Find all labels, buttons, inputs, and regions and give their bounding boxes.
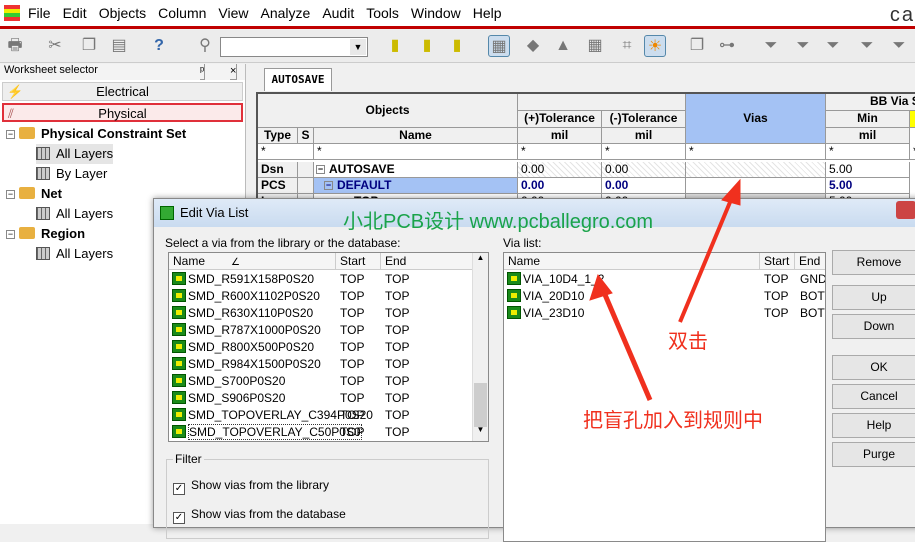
arrow-to-via <box>600 289 653 401</box>
double-click-annotation: 双击 <box>668 331 708 353</box>
arrowhead-icon <box>589 273 613 301</box>
annotation-arrows <box>589 178 741 401</box>
arrow-to-vias <box>678 194 735 323</box>
arrowhead-icon <box>721 178 741 206</box>
add-blind-via-annotation: 把盲孔加入到规则中 <box>583 410 763 432</box>
